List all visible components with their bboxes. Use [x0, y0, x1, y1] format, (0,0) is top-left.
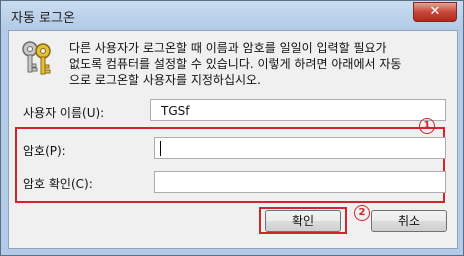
- title-bar[interactable]: 자동 로그온 ✕: [1, 1, 463, 31]
- dialog-body: 다른 사용자가 로그온할 때 이름과 암호를 일일이 입력할 필요가 없도록 컴…: [8, 30, 458, 249]
- username-field[interactable]: TGSf: [150, 99, 446, 121]
- cancel-button[interactable]: 취소: [371, 210, 447, 232]
- confirm-password-label: 암호 확인(C):: [23, 177, 93, 191]
- annotation-badge-2: 2: [354, 205, 370, 221]
- auto-logon-dialog: 자동 로그온 ✕ 다른 사용자가 로그온할 때 이름과 암호를 일일이 입력할 …: [0, 0, 464, 256]
- close-button[interactable]: ✕: [413, 2, 457, 22]
- description-line-2: 없도록 컴퓨터를 설정할 수 있습니다. 이렇게 하려면 아래에서 자동: [69, 57, 402, 71]
- text-caret: [160, 141, 161, 156]
- description: 다른 사용자가 로그온할 때 이름과 암호를 일일이 입력할 필요가 없도록 컴…: [69, 40, 449, 88]
- description-line-1: 다른 사용자가 로그온할 때 이름과 암호를 일일이 입력할 필요가: [69, 41, 387, 55]
- password-input[interactable]: [154, 137, 446, 159]
- description-line-3: 으로 로그온할 사용자를 지정하십시오.: [69, 73, 261, 87]
- keys-icon: [22, 41, 51, 75]
- annotation-badge-1: 1: [419, 118, 435, 134]
- confirm-password-input[interactable]: [154, 171, 446, 193]
- window-title: 자동 로그온: [11, 11, 75, 26]
- ok-button[interactable]: 확인: [265, 210, 341, 232]
- password-label: 암호(P):: [23, 144, 66, 158]
- username-label: 사용자 이름(U):: [23, 106, 105, 120]
